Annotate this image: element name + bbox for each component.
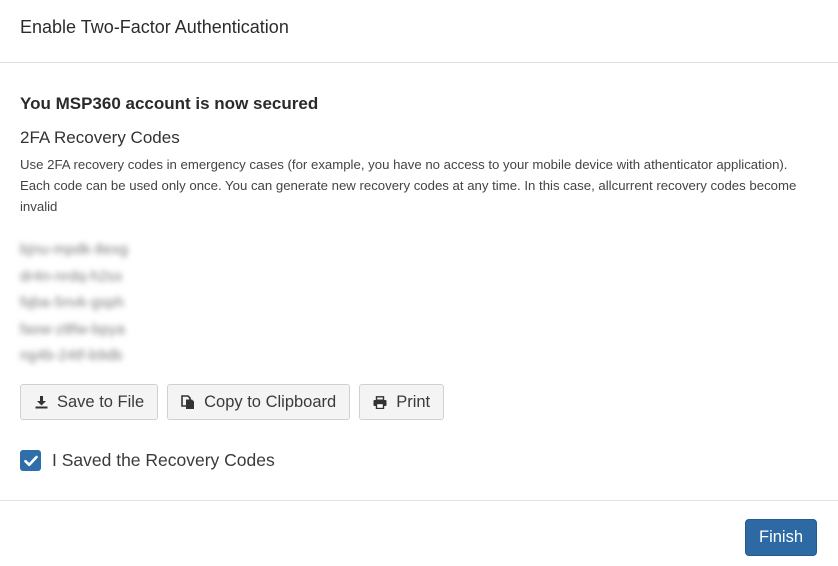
recovery-code: bjnu-mpdk-8exg xyxy=(20,242,129,258)
save-to-file-label: Save to File xyxy=(57,392,145,411)
recovery-codes-list: bjnu-mpdk-8exg dr4n-nrdq-h2sx fqba-5nvk-… xyxy=(20,237,820,370)
recovery-codes-description: Use 2FA recovery codes in emergency case… xyxy=(20,157,797,214)
copy-icon xyxy=(181,394,195,409)
recovery-actions: Save to File Copy to Clipboard Print xyxy=(20,384,445,420)
two-factor-dialog: Enable Two-Factor Authentication You MSP… xyxy=(0,0,838,566)
checkmark-icon xyxy=(23,455,38,467)
finish-button[interactable]: Finish xyxy=(745,519,817,556)
dialog-footer-divider xyxy=(0,500,838,501)
copy-to-clipboard-label: Copy to Clipboard xyxy=(204,392,337,411)
recovery-code: fqba-5nvk-gsph xyxy=(20,295,125,311)
dialog-title: Enable Two-Factor Authentication xyxy=(20,16,289,37)
print-label: Print xyxy=(396,392,431,411)
saved-codes-label[interactable]: I Saved the Recovery Codes xyxy=(52,450,275,471)
dialog-body: You MSP360 account is now secured 2FA Re… xyxy=(20,92,820,471)
save-to-file-button[interactable]: Save to File xyxy=(20,384,159,420)
saved-codes-checkbox[interactable] xyxy=(20,450,41,471)
print-button[interactable]: Print xyxy=(359,384,445,420)
recovery-codes-heading: 2FA Recovery Codes xyxy=(20,128,180,147)
recovery-code: dr4n-nrdq-h2sx xyxy=(20,268,123,285)
recovery-code: ng4b-24tf-b9db xyxy=(20,348,123,364)
recovery-code: faxw-z8fw-bpya xyxy=(20,321,125,338)
saved-codes-confirmation: I Saved the Recovery Codes xyxy=(20,450,275,471)
print-icon xyxy=(373,395,387,409)
download-icon xyxy=(34,395,48,409)
copy-to-clipboard-button[interactable]: Copy to Clipboard xyxy=(167,384,351,420)
secured-heading: You MSP360 account is now secured xyxy=(20,94,319,113)
dialog-header: Enable Two-Factor Authentication xyxy=(0,0,838,63)
